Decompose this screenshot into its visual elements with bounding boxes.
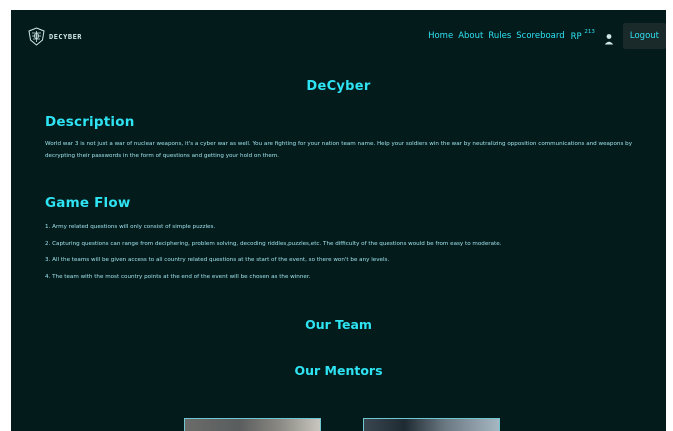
nav-link-rules[interactable]: Rules — [488, 31, 511, 41]
nav-link-scoreboard[interactable]: Scoreboard — [516, 31, 564, 41]
description-text: World war 3 is not just a war of nuclear… — [45, 141, 633, 159]
list-item: 2. Capturing questions can range from de… — [45, 240, 502, 247]
our-mentors-heading: Our Mentors — [294, 363, 383, 378]
game-flow-heading: Game Flow — [45, 195, 131, 211]
rp-points: RP 213 — [570, 28, 595, 42]
logo[interactable]: DECYBER — [27, 27, 82, 46]
list-item: 3. All the teams will be given access to… — [45, 257, 390, 263]
logout-button[interactable]: Logout — [622, 23, 666, 49]
page-frame: DECYBER Home About Rules Scoreboard RP 2… — [11, 10, 666, 431]
mentor-card — [363, 418, 500, 431]
nav-links: Home About Rules Scoreboard RP 213 Logou… — [428, 23, 666, 49]
rp-value: 213 — [584, 28, 595, 35]
description-heading: Description — [45, 114, 135, 130]
navbar: DECYBER Home About Rules Scoreboard RP 2… — [11, 10, 666, 64]
user-icon[interactable] — [604, 30, 614, 45]
page-title: DeCyber — [306, 79, 371, 94]
logo-text: DECYBER — [49, 32, 83, 41]
nav-link-home[interactable]: Home — [428, 31, 453, 41]
game-flow-list: 1. Army related questions will only cons… — [45, 223, 655, 289]
our-team-heading: Our Team — [305, 317, 372, 332]
list-item: 4. The team with the most country points… — [45, 273, 311, 280]
mentor-photo — [185, 419, 320, 431]
mentor-card — [184, 418, 321, 431]
nav-link-about[interactable]: About — [458, 31, 483, 41]
list-item: 1. Army related questions will only cons… — [45, 224, 216, 230]
mentor-photo — [364, 419, 499, 431]
shield-logo-icon — [27, 27, 46, 46]
rp-label: RP — [570, 31, 582, 42]
